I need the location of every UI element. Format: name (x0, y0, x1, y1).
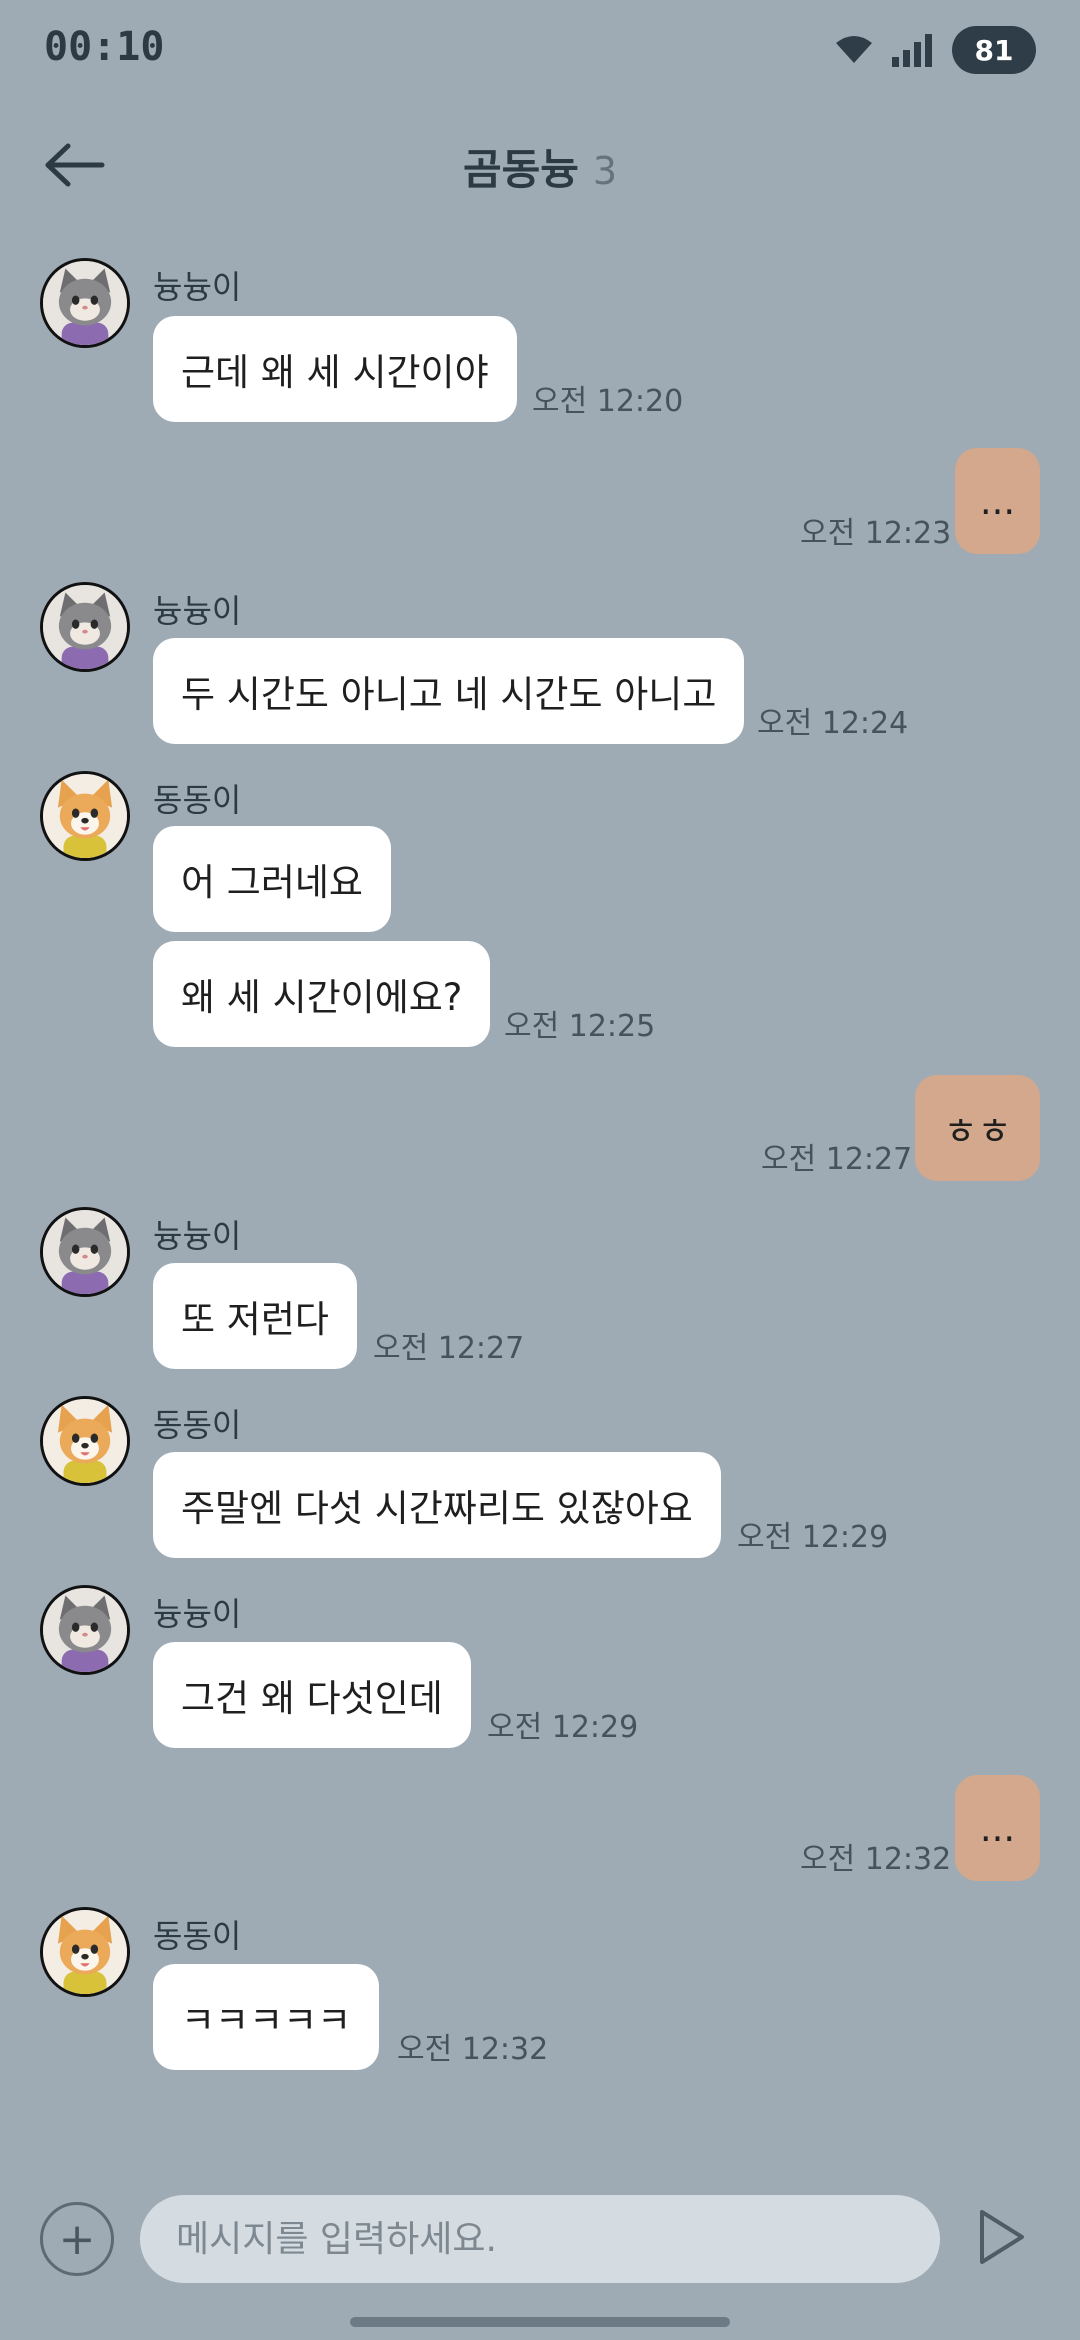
sender-name: 늉늉이 (153, 592, 242, 630)
sender-name: 동동이 (153, 1917, 242, 1955)
dog-avatar-icon[interactable] (40, 1907, 130, 1997)
message-bubble[interactable]: 근데 왜 세 시간이야 (153, 316, 517, 422)
send-icon (980, 2210, 1024, 2264)
message-bubble[interactable]: 주말엔 다섯 시간짜리도 있잖아요 (153, 1452, 721, 1558)
message-time: 오전 12:24 (757, 706, 909, 741)
sender-name: 늉늉이 (153, 268, 242, 306)
message-time: 오전 12:27 (761, 1142, 913, 1177)
status-icons: 81 (834, 26, 1036, 74)
message-bubble[interactable]: 왜 세 시간이에요? (153, 941, 491, 1047)
member-count: 3 (592, 149, 618, 193)
chat-screen: 00:10 81 곰동늉 3 늉늉이 근데 왜 세 시간이야 오전 12:20 … (0, 0, 1080, 2340)
sender-name: 늉늉이 (153, 1217, 242, 1255)
message-bubble[interactable]: 그건 왜 다섯인데 (153, 1642, 471, 1748)
my-message-bubble[interactable]: ... (955, 448, 1040, 554)
message-bubble[interactable]: ㅋㅋㅋㅋㅋ (153, 1964, 380, 2070)
message-bubble[interactable]: 어 그러네요 (153, 826, 391, 932)
chat-header: 곰동늉 3 (0, 120, 1080, 210)
add-attachment-button[interactable]: + (40, 2202, 114, 2276)
cat-avatar-icon[interactable] (40, 582, 130, 672)
cat-avatar-icon[interactable] (40, 258, 130, 348)
message-time: 오전 12:20 (532, 384, 684, 419)
home-indicator[interactable] (350, 2317, 730, 2327)
dog-avatar-icon[interactable] (40, 1396, 130, 1486)
battery-indicator: 81 (952, 26, 1036, 74)
message-input[interactable] (140, 2195, 940, 2283)
message-time: 오전 12:25 (504, 1009, 656, 1044)
message-bubble[interactable]: 두 시간도 아니고 네 시간도 아니고 (153, 638, 745, 744)
cat-avatar-icon[interactable] (40, 1585, 130, 1675)
status-bar: 00:10 81 (0, 0, 1080, 100)
message-time: 오전 12:29 (487, 1710, 639, 1745)
plus-icon: + (58, 2213, 96, 2265)
chat-title: 곰동늉 3 (0, 136, 1080, 197)
message-time: 오전 12:32 (800, 1842, 952, 1877)
sender-name: 동동이 (153, 1406, 242, 1444)
status-time: 00:10 (44, 24, 165, 70)
wifi-icon (834, 35, 874, 65)
message-bubble[interactable]: 또 저런다 (153, 1263, 357, 1369)
sender-name: 늉늉이 (153, 1595, 242, 1633)
message-time: 오전 12:27 (373, 1331, 525, 1366)
chat-room-name: 곰동늉 (462, 145, 579, 194)
message-time: 오전 12:32 (397, 2032, 549, 2067)
my-message-bubble[interactable]: ... (955, 1775, 1040, 1881)
message-time: 오전 12:23 (800, 516, 952, 551)
my-message-bubble[interactable]: ㅎㅎ (915, 1075, 1040, 1181)
send-button[interactable] (978, 2208, 1026, 2266)
message-time: 오전 12:29 (737, 1520, 889, 1555)
sender-name: 동동이 (153, 781, 242, 819)
dog-avatar-icon[interactable] (40, 771, 130, 861)
signal-icon (890, 33, 936, 67)
message-input-bar: + (0, 2190, 1080, 2300)
cat-avatar-icon[interactable] (40, 1207, 130, 1297)
